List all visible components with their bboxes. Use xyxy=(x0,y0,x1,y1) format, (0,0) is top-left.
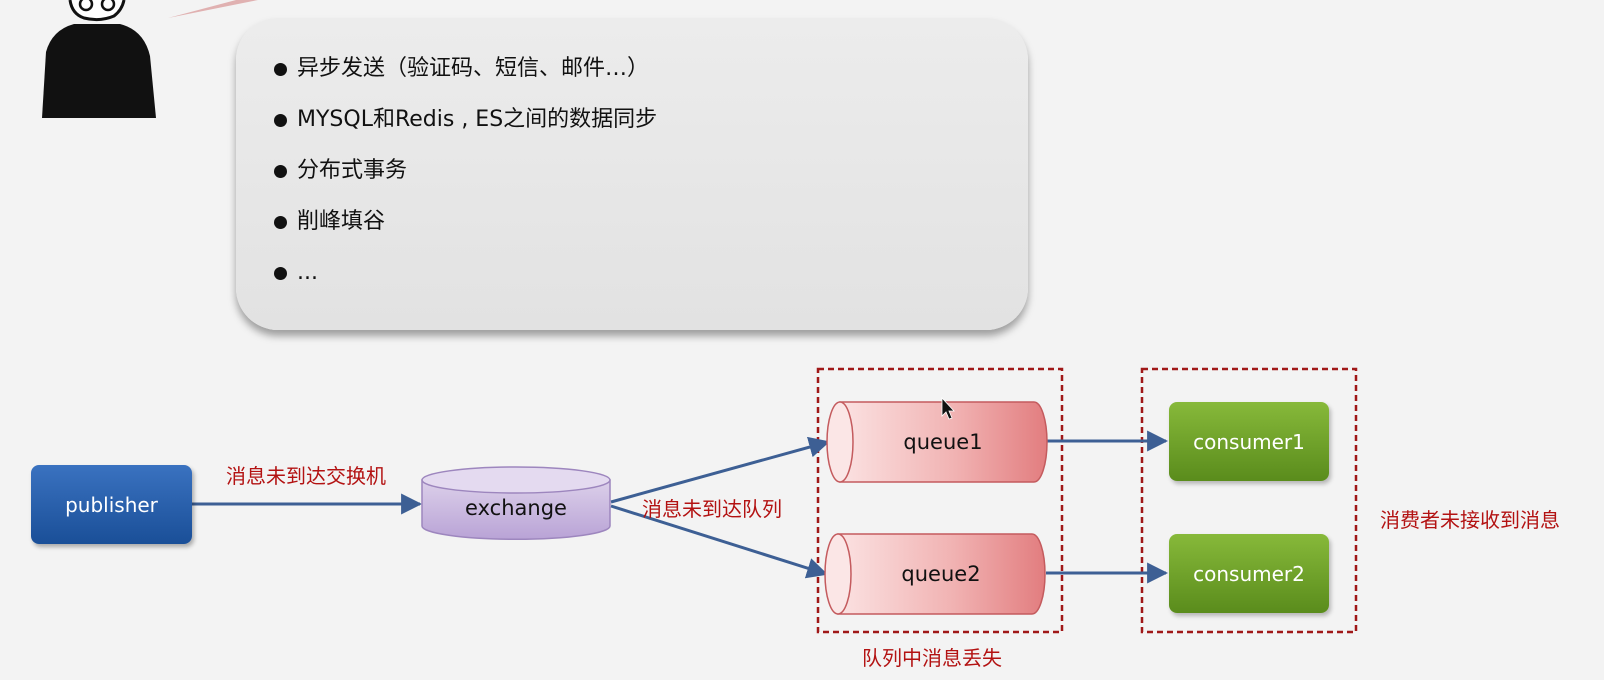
list-item-text: 分布式事务 xyxy=(297,158,408,183)
speech-tail-icon xyxy=(168,0,258,18)
list-item-text: ... xyxy=(297,260,318,285)
label-to-queue: 消息未到达队列 xyxy=(642,497,782,521)
bullet-icon xyxy=(274,165,287,178)
bullet-icon xyxy=(274,114,287,127)
list-item-text: MYSQL和Redis , ES之间的数据同步 xyxy=(297,107,658,132)
list-item: MYSQL和Redis , ES之间的数据同步 xyxy=(274,103,1028,154)
list-item: 分布式事务 xyxy=(274,154,1028,205)
consumer1-node: consumer1 xyxy=(1169,402,1329,481)
speech-bubble: 异步发送（验证码、短信、邮件…） MYSQL和Redis , ES之间的数据同步… xyxy=(236,18,1028,330)
use-case-list: 异步发送（验证码、短信、邮件…） MYSQL和Redis , ES之间的数据同步… xyxy=(236,18,1028,307)
list-item-text: 异步发送（验证码、短信、邮件…） xyxy=(297,56,650,81)
diagram-canvas: 异步发送（验证码、短信、邮件…） MYSQL和Redis , ES之间的数据同步… xyxy=(0,0,1604,680)
exchange-label: exchange xyxy=(465,496,567,520)
person-icon xyxy=(42,0,156,118)
label-to-exchange: 消息未到达交换机 xyxy=(226,464,386,488)
queue2-label: queue2 xyxy=(901,562,981,586)
bullet-icon xyxy=(274,267,287,280)
consumer2-node: consumer2 xyxy=(1169,534,1329,613)
queue1-label: queue1 xyxy=(903,430,983,454)
list-item: 异步发送（验证码、短信、邮件…） xyxy=(274,52,1028,103)
list-item-text: 削峰填谷 xyxy=(297,209,386,234)
label-queue-lost: 队列中消息丢失 xyxy=(862,646,1002,670)
publisher-node: publisher xyxy=(31,465,192,544)
list-item: 削峰填谷 xyxy=(274,205,1028,256)
list-item: ... xyxy=(274,256,1028,307)
bullet-icon xyxy=(274,63,287,76)
label-consumer-not-received: 消费者未接收到消息 xyxy=(1380,508,1560,532)
bullet-icon xyxy=(274,216,287,229)
